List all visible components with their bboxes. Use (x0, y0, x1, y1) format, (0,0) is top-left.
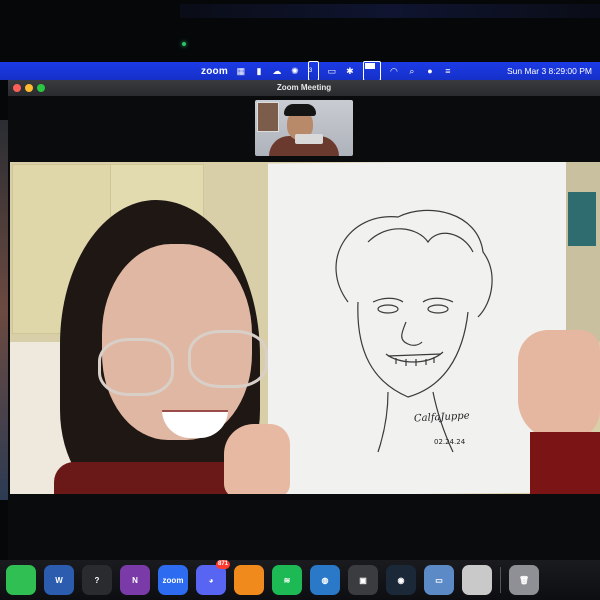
caricature-sketch (335, 209, 493, 453)
drawing-date: 02.24.24 (434, 438, 466, 446)
speaker-glasses-right (188, 330, 268, 388)
display-icon[interactable]: ▭ (327, 62, 337, 80)
camera-indicator-light (182, 42, 186, 46)
background-window-edge (0, 120, 8, 500)
thumbnail-phone (295, 134, 323, 144)
calendar-icon[interactable]: 3 (307, 61, 319, 81)
speaker-glasses-left (98, 338, 174, 396)
dock-facetime-icon[interactable] (6, 565, 36, 595)
user-icon[interactable]: ● (425, 62, 435, 80)
window-titlebar[interactable]: Zoom Meeting (8, 80, 600, 96)
menu-clock[interactable]: Sun Mar 3 8:29:00 PM (507, 66, 592, 76)
control-center-icon[interactable]: ≡ (443, 62, 453, 80)
dock-discord-icon[interactable]: ◕ 871 (196, 560, 230, 595)
dock-onenote-icon[interactable]: N (120, 565, 150, 595)
dock-preview-glyph: ▭ (435, 575, 443, 585)
dock-zoom-icon[interactable]: zoom (158, 565, 188, 595)
dock-network-icon[interactable]: ◍ (310, 565, 340, 595)
speaker-left-hand (224, 424, 290, 494)
dock-steam-glyph: ◉ (397, 575, 405, 585)
menu-app-name[interactable]: zoom (201, 62, 228, 80)
dock-archive-icon[interactable] (462, 565, 492, 595)
speaker-right-hand (518, 330, 600, 440)
bluetooth-icon[interactable]: ✱ (345, 62, 355, 80)
wifi-icon[interactable]: ◠ (389, 62, 399, 80)
participant-thumbnail[interactable] (255, 100, 353, 156)
dock-spotify-icon[interactable]: ≋ (272, 565, 302, 595)
dock-trash-glyph: 🗑 (518, 575, 530, 585)
speaker-right-sleeve (530, 432, 600, 494)
dock-onenote-glyph: N (132, 575, 138, 585)
dock-books-icon[interactable] (234, 565, 264, 595)
dock-trash-icon[interactable]: 🗑 (509, 565, 539, 595)
minimize-window-button[interactable] (25, 84, 33, 92)
dock-preview-icon[interactable]: ▭ (424, 565, 454, 595)
dock-screenshot-icon[interactable]: ▣ (348, 565, 378, 595)
dock-spotify-glyph: ≋ (283, 575, 291, 585)
grid-icon[interactable]: ▦ (236, 62, 246, 80)
cloud-icon[interactable]: ☁ (272, 62, 282, 80)
background-shelf-item (568, 192, 596, 246)
mic-icon[interactable]: ▮ (254, 62, 264, 80)
zoom-meeting-window: Zoom Meeting CalfaJuppe 02.24.24 (8, 80, 600, 560)
dock-separator (500, 567, 501, 593)
bezel-glare (180, 4, 600, 18)
dock-network-glyph: ◍ (321, 575, 329, 585)
dock-steam-icon[interactable]: ◉ (386, 565, 416, 595)
dock-zoom-glyph: zoom (162, 575, 184, 585)
battery-icon[interactable] (362, 61, 381, 81)
thumbnail-participant-hat (284, 104, 316, 116)
dock-screenshot-glyph: ▣ (359, 575, 367, 585)
window-title: Zoom Meeting (276, 83, 332, 92)
menu-bar: zoom ▦ ▮ ☁ ✺ 3 ▭ ✱ ◠ ⌕ ● ≡ Sun Mar 3 8:2… (0, 61, 600, 81)
dock-word-icon[interactable]: W (44, 565, 74, 595)
close-window-button[interactable] (13, 84, 21, 92)
dock-discord-badge: 871 (215, 560, 230, 569)
thumbnail-wall-art (257, 102, 279, 132)
dock-discord-glyph: ◕ (208, 575, 214, 585)
dock: W? Nzoom ◕ 871 ≋ ◍ ▣ ◉ ▭ 🗑 (0, 560, 600, 600)
dock-help-icon[interactable]: ? (82, 565, 112, 595)
dock-word-glyph: W (55, 575, 63, 585)
dock-help-glyph: ? (94, 575, 100, 585)
fullscreen-window-button[interactable] (37, 84, 45, 92)
main-speaker-video[interactable]: CalfaJuppe 02.24.24 (10, 162, 600, 494)
settings-icon[interactable]: ✺ (290, 62, 300, 80)
search-icon[interactable]: ⌕ (407, 62, 417, 80)
